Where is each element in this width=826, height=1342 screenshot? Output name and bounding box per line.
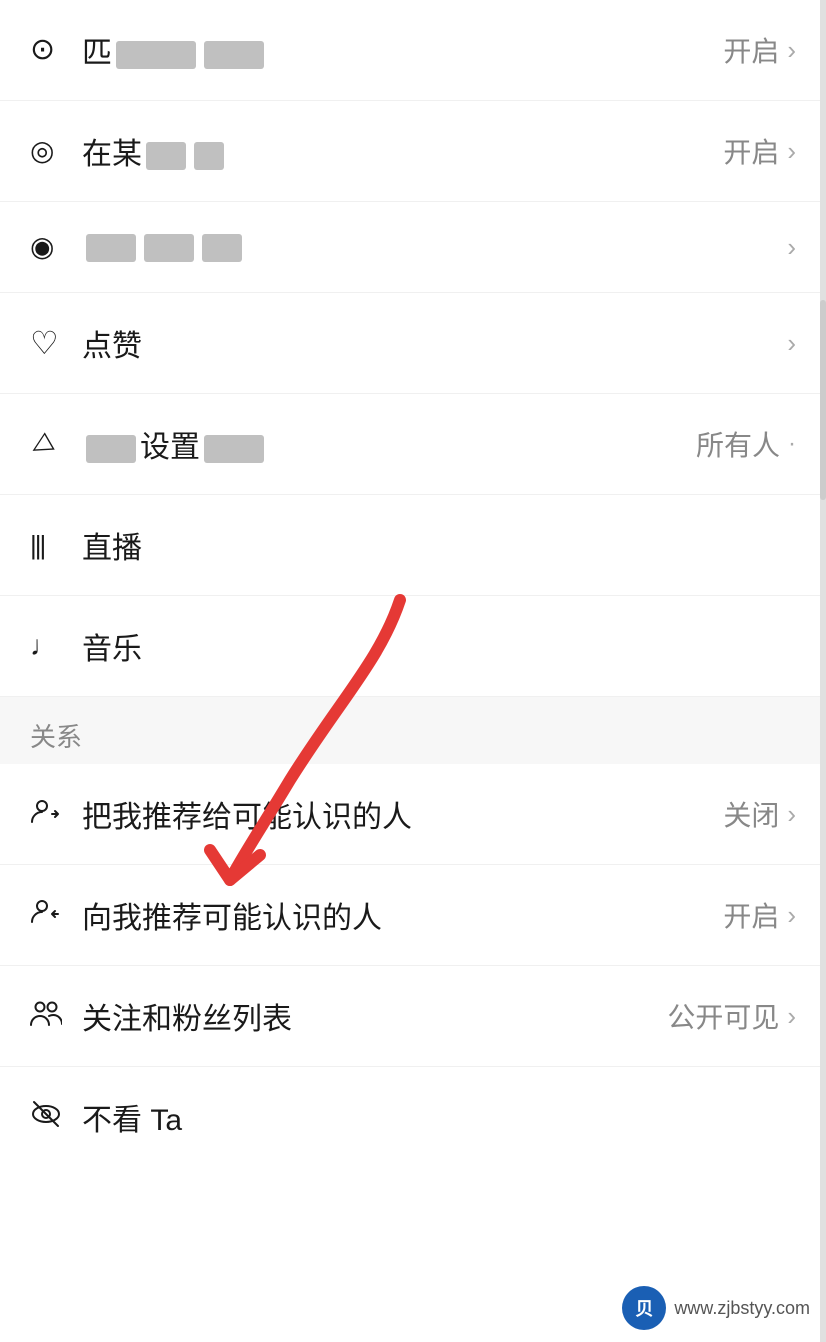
nearby-icon: ◎ [30, 137, 54, 165]
music-icon: ♩ [30, 632, 58, 660]
item-label-location: 匹 [82, 28, 723, 72]
item-label-fans-list: 关注和粉丝列表 [82, 994, 667, 1038]
item-value-location: 开启 [723, 30, 779, 70]
settings-item-recommend-to[interactable]: 把我推荐给可能认识的人 关闭 › [0, 764, 826, 865]
item-value-share: 所有人 [696, 424, 780, 464]
watermark: 贝 www.zjbstyy.com [622, 1286, 810, 1330]
icon-area-watch: ◉ [30, 233, 82, 261]
item-label-music: 音乐 [82, 624, 796, 668]
recommend-to-icon [30, 796, 62, 832]
scrollbar[interactable] [820, 0, 826, 1342]
chevron-recommend-from: › [787, 900, 796, 931]
settings-item-fans-list[interactable]: 关注和粉丝列表 公开可见 › [0, 966, 826, 1067]
settings-item-share[interactable]: ◁ 设置 所有人 · [0, 394, 826, 495]
chevron-watch: › [787, 232, 796, 263]
icon-area-recommend-from [30, 896, 82, 934]
item-label-recommend-to: 把我推荐给可能认识的人 [82, 792, 723, 836]
icon-area-like: ♡ [30, 327, 82, 359]
item-value-nearby: 开启 [723, 131, 779, 171]
chevron-nearby: › [787, 136, 796, 167]
settings-item-recommend-from[interactable]: 向我推荐可能认识的人 开启 › [0, 865, 826, 966]
item-label-recommend-from: 向我推荐可能认识的人 [82, 893, 723, 937]
no-see-icon [30, 1098, 62, 1136]
chevron-location: › [787, 35, 796, 66]
watermark-logo: 贝 [622, 1286, 666, 1330]
item-value-recommend-from: 开启 [723, 895, 779, 935]
chevron-recommend-to: › [787, 799, 796, 830]
settings-item-no-see[interactable]: 不看 Ta [0, 1067, 826, 1167]
item-label-share: 设置 [82, 422, 696, 466]
settings-list: ⊙ 匹 开启 › ◎ 在某 开启 › ◉ › ♡ 点赞 › [0, 0, 826, 1167]
settings-item-nearby[interactable]: ◎ 在某 开启 › [0, 101, 826, 202]
item-label-watch [82, 230, 787, 264]
icon-area-live: ||| [30, 532, 82, 558]
icon-area-nearby: ◎ [30, 137, 82, 165]
item-label-no-see: 不看 Ta [82, 1095, 796, 1139]
share-icon: ◁ [25, 428, 55, 461]
chevron-like: › [787, 328, 796, 359]
item-label-live: 直播 [82, 523, 796, 567]
scrollbar-thumb [820, 300, 826, 500]
item-value-fans-list: 公开可见 [667, 996, 779, 1036]
settings-item-live[interactable]: ||| 直播 [0, 495, 826, 596]
settings-item-watch[interactable]: ◉ › [0, 202, 826, 293]
watermark-url: www.zjbstyy.com [674, 1298, 810, 1319]
settings-item-like[interactable]: ♡ 点赞 › [0, 293, 826, 394]
item-label-like: 点赞 [82, 321, 787, 365]
icon-area-music: ♩ [30, 632, 82, 660]
item-value-recommend-to: 关闭 [723, 794, 779, 834]
icon-area-recommend-to [30, 796, 82, 832]
chevron-fans-list: › [787, 1001, 796, 1032]
icon-area-no-see [30, 1098, 82, 1136]
settings-item-location[interactable]: ⊙ 匹 开启 › [0, 0, 826, 101]
icon-area: ⊙ [30, 35, 82, 65]
icon-area-share: ◁ [30, 431, 82, 457]
chevron-share: · [788, 430, 796, 458]
watch-icon: ◉ [30, 233, 54, 261]
fans-list-icon [30, 997, 62, 1035]
item-label-nearby: 在某 [82, 129, 723, 173]
like-icon: ♡ [30, 327, 59, 359]
icon-area-fans-list [30, 997, 82, 1035]
settings-item-music[interactable]: ♩ 音乐 [0, 596, 826, 697]
live-icon: ||| [30, 532, 44, 558]
location-icon: ⊙ [30, 35, 55, 65]
section-header-relation: 关系 [0, 697, 826, 764]
recommend-from-icon [30, 896, 62, 934]
